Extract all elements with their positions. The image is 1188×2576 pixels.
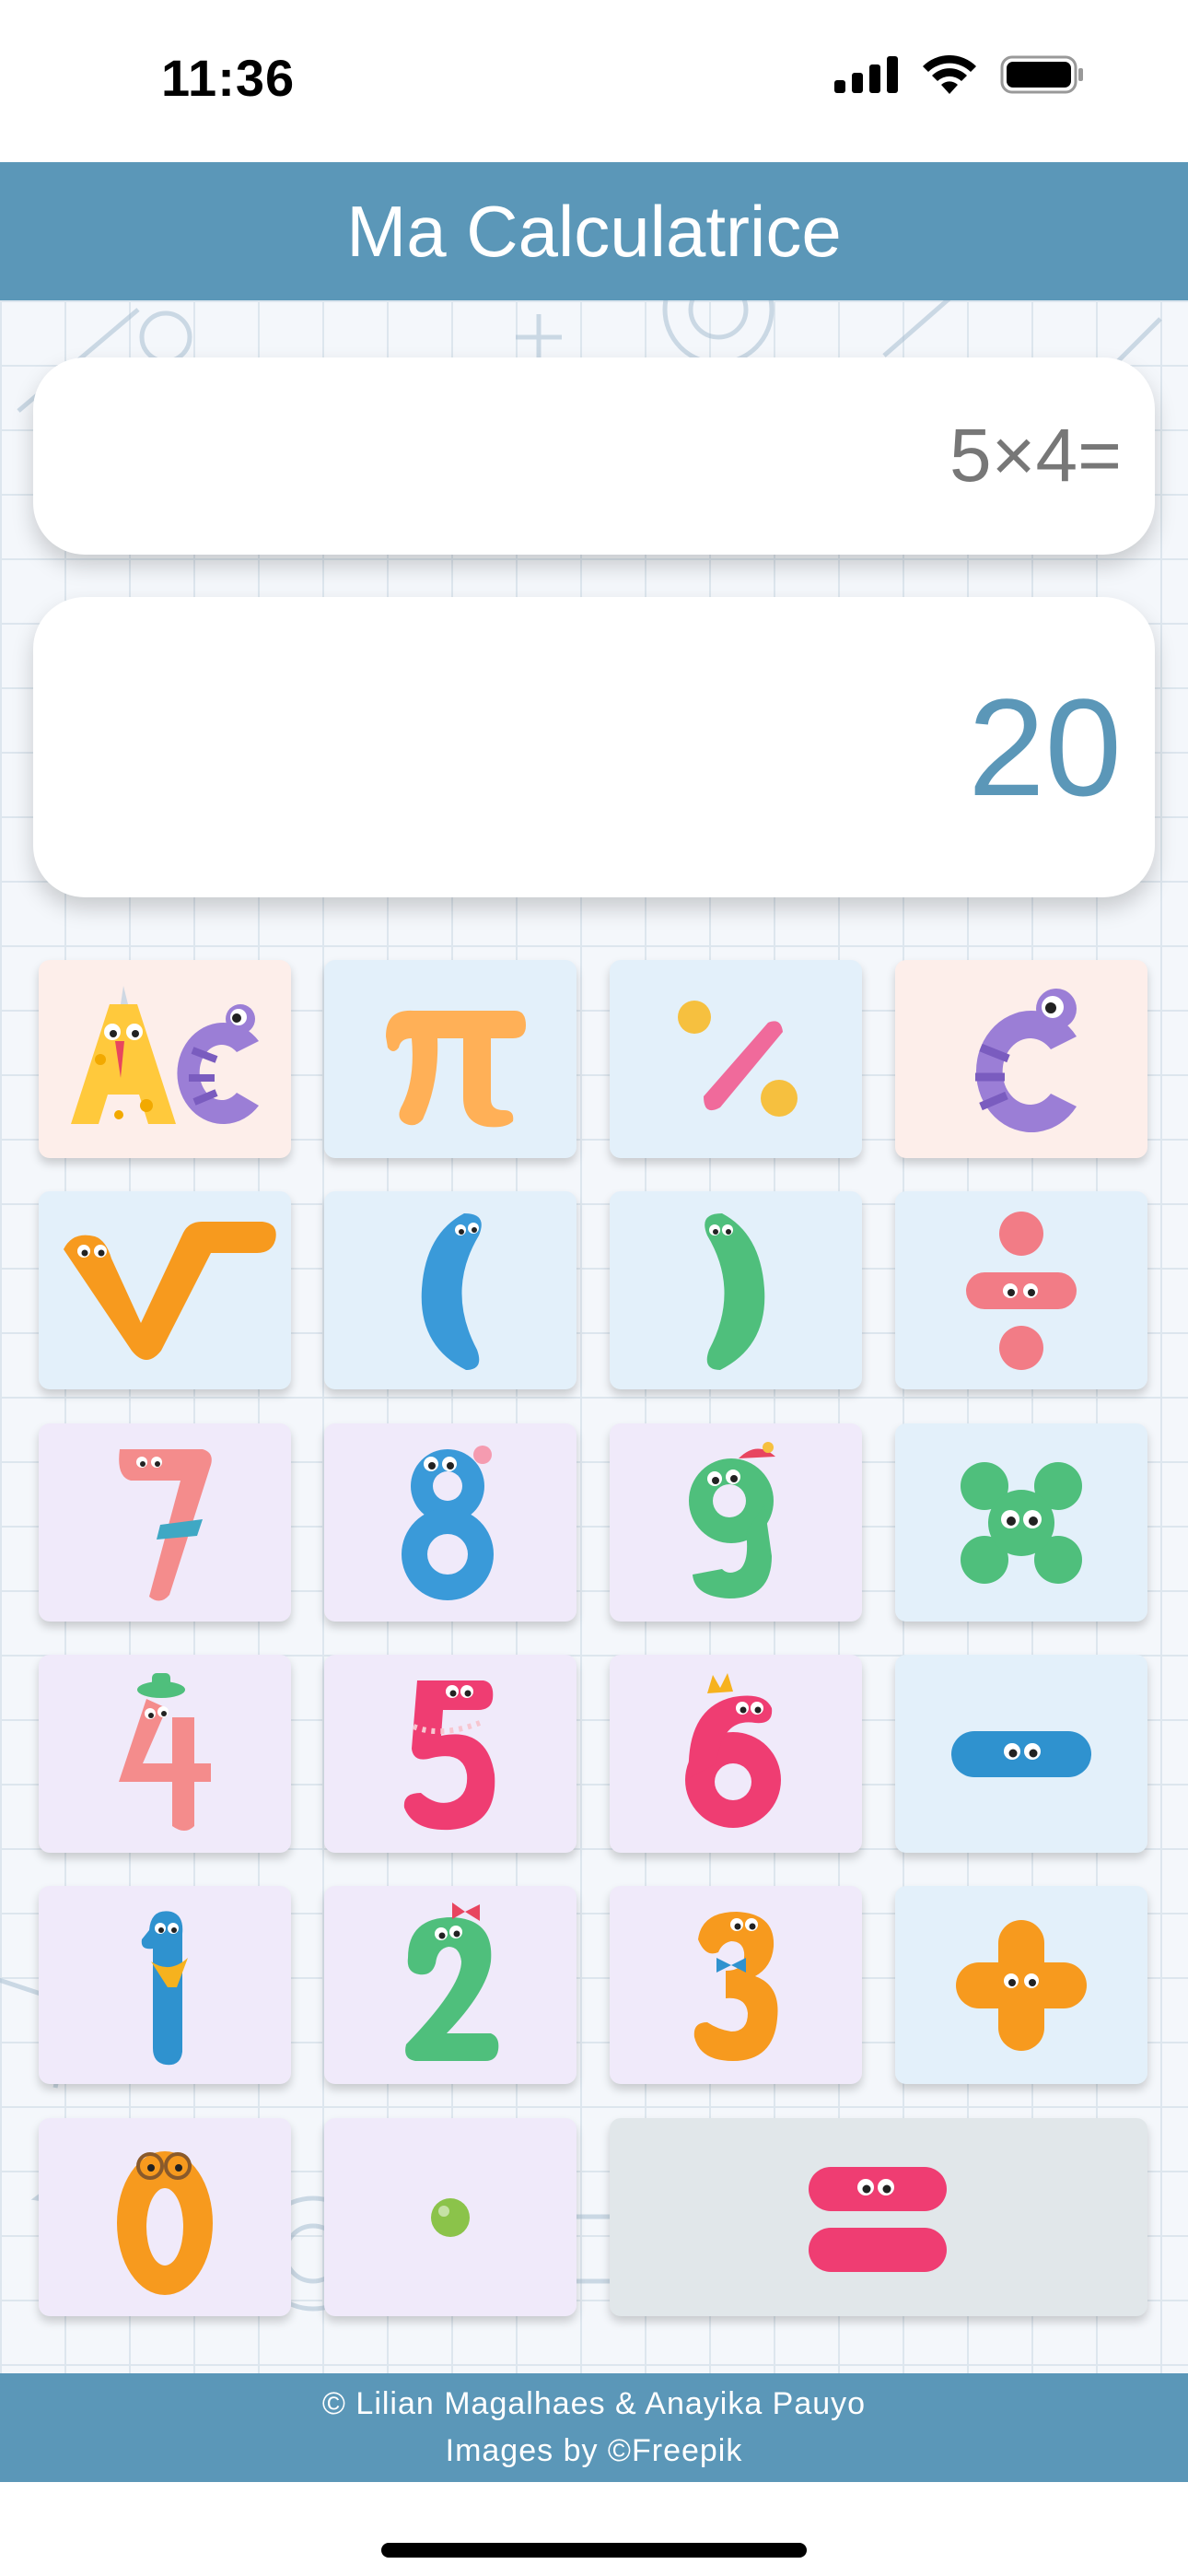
five-character-icon [403, 1680, 495, 1830]
close-parenthesis-button[interactable]: ) [610, 1191, 862, 1389]
dot-character-icon [431, 2197, 470, 2237]
three-character-icon [693, 1911, 778, 2061]
two-button[interactable]: 2 [324, 1886, 577, 2084]
multiply-button[interactable]: × [895, 1423, 1147, 1622]
app-title: Ma Calculatrice [346, 190, 842, 272]
multiply-character-icon [961, 1461, 1082, 1584]
plus-character-icon [956, 1919, 1087, 2051]
divide-character-icon [966, 1211, 1077, 1370]
footer: © Lilian Magalhaes & Anayika Pauyo Image… [0, 2373, 1188, 2482]
close-parenthesis-character-icon [705, 1212, 765, 1370]
seven-character-icon [119, 1448, 212, 1601]
footer-image-credits: Images by ©Freepik [445, 2433, 743, 2468]
eight-button[interactable]: 8 [324, 1423, 577, 1622]
pi-button[interactable]: π [324, 960, 577, 1158]
zero-button[interactable]: 0 [39, 2118, 291, 2316]
equals-character-icon [809, 2166, 947, 2272]
nine-character-icon [689, 1441, 775, 1598]
two-character-icon [405, 1902, 499, 2061]
expression-text: 5×4= [949, 414, 1122, 498]
result-text: 20 [968, 669, 1122, 825]
minus-character-icon [951, 1730, 1091, 1777]
one-character-icon [141, 1910, 188, 2065]
decimal-point-button[interactable]: . [324, 2118, 577, 2316]
three-button[interactable]: 3 [610, 1886, 862, 2084]
c-character-icon [975, 988, 1077, 1132]
equals-button[interactable]: = [610, 2118, 1147, 2316]
expression-display: 5×4= [33, 357, 1155, 555]
open-parenthesis-button[interactable]: ( [324, 1191, 577, 1389]
seven-button[interactable]: 7 [39, 1423, 291, 1622]
battery-icon [1000, 55, 1083, 94]
zero-character-icon [117, 2150, 213, 2295]
nine-button[interactable]: 9 [610, 1423, 862, 1622]
ac-character-icon [71, 985, 259, 1124]
five-button[interactable]: 5 [324, 1655, 577, 1853]
square-root-character-icon [64, 1221, 276, 1360]
percent-character-icon [678, 1000, 798, 1117]
all-clear-button[interactable]: AC [39, 960, 291, 1158]
eight-character-icon [402, 1445, 494, 1600]
square-root-button[interactable]: √ [39, 1191, 291, 1389]
divide-button[interactable]: ÷ [895, 1191, 1147, 1389]
home-indicator[interactable] [381, 2543, 807, 2558]
status-bar: 11:36 [0, 0, 1188, 162]
open-parenthesis-character-icon [421, 1212, 482, 1370]
status-time: 11:36 [161, 49, 296, 107]
percent-button[interactable]: % [610, 960, 862, 1158]
app-header: Ma Calculatrice [0, 162, 1188, 300]
four-button[interactable]: 4 [39, 1655, 291, 1853]
four-character-icon [119, 1672, 211, 1831]
cellular-signal-icon [834, 56, 898, 93]
pi-character-icon [386, 1010, 526, 1127]
status-icons [834, 55, 1085, 94]
footer-credits: © Lilian Magalhaes & Anayika Pauyo [321, 2386, 867, 2421]
minus-button[interactable]: − [895, 1655, 1147, 1853]
plus-button[interactable]: + [895, 1886, 1147, 2084]
six-button[interactable]: 6 [610, 1655, 862, 1853]
wifi-icon [923, 55, 976, 94]
six-character-icon [685, 1672, 781, 1828]
one-button[interactable]: 1 [39, 1886, 291, 2084]
result-display: 20 [33, 597, 1155, 897]
clear-button[interactable]: C [895, 960, 1147, 1158]
